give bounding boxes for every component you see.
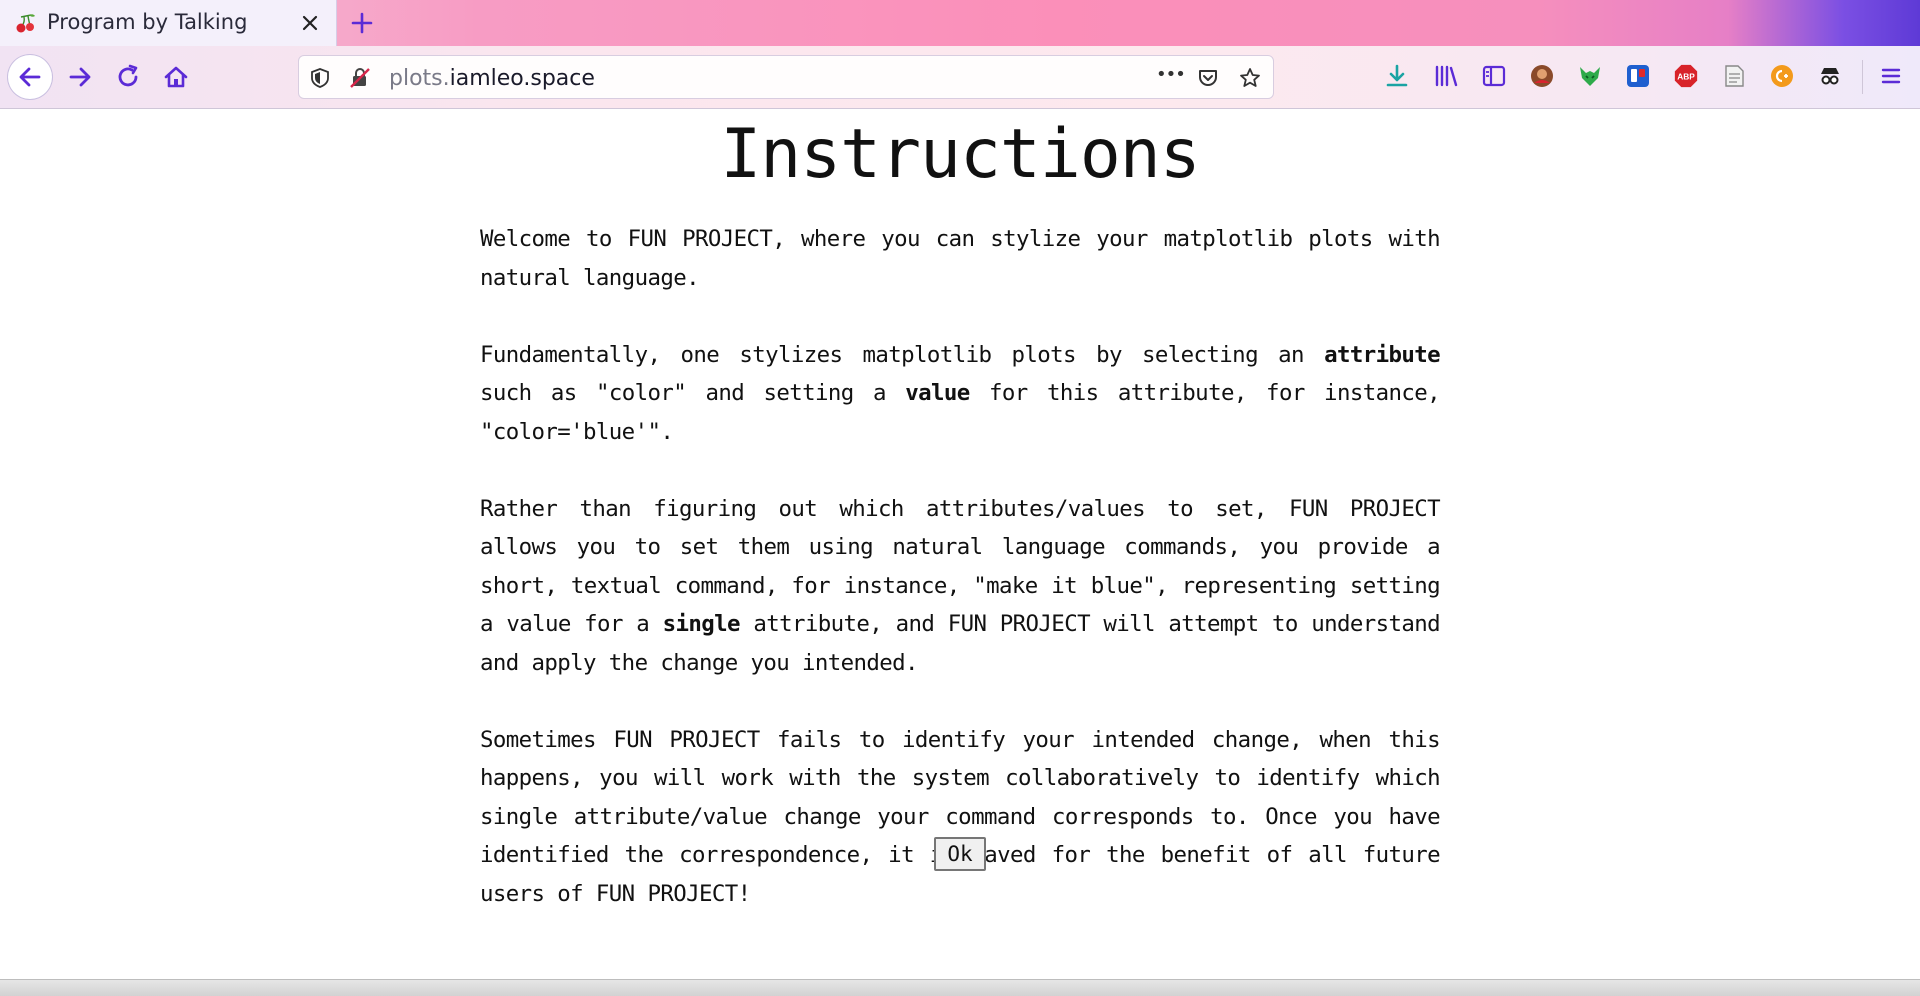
page-content: Instructions Welcome to FUN PROJECT, whe… — [0, 109, 1920, 979]
active-tab[interactable]: Program by Talking — [0, 0, 337, 46]
close-tab-icon[interactable] — [300, 13, 320, 33]
trello-extension-button[interactable] — [1625, 63, 1651, 89]
insecure-lock-icon[interactable] — [349, 67, 371, 89]
downloads-button[interactable] — [1384, 63, 1410, 89]
tab-title: Program by Talking — [47, 10, 248, 34]
coupon-extension-icon — [1771, 65, 1793, 87]
url-text[interactable]: plots.iamleo.space — [389, 66, 595, 91]
attribute-paragraph: Fundamentally, one stylizes matplotlib p… — [480, 341, 1441, 445]
menu-icon — [1881, 68, 1901, 84]
incognito-extension-button[interactable] — [1817, 63, 1843, 89]
collaboration-paragraph: Sometimes FUN PROJECT fails to identify … — [480, 726, 1441, 907]
library-button[interactable] — [1433, 63, 1459, 89]
single-term: single — [662, 611, 741, 637]
reload-icon — [118, 64, 138, 87]
cherry-favicon-icon — [16, 14, 35, 33]
ok-button[interactable]: Ok — [934, 837, 986, 871]
value-term: value — [905, 380, 970, 406]
forward-button[interactable] — [60, 57, 100, 97]
reader-extension-icon — [1725, 65, 1744, 87]
intro-paragraph: Welcome to FUN PROJECT, where you can st… — [480, 226, 1441, 291]
url-domain: iamleo.space — [449, 66, 595, 91]
attribute-term: attribute — [1324, 341, 1441, 368]
home-icon — [164, 66, 188, 88]
forward-icon — [69, 67, 91, 87]
window-bottom-edge — [0, 979, 1920, 996]
url-subdomain: plots. — [389, 66, 450, 91]
download-icon — [1386, 64, 1408, 87]
back-icon — [19, 67, 41, 87]
tab-strip: Program by Talking — [0, 0, 1920, 46]
reload-button[interactable] — [108, 57, 148, 97]
library-icon — [1435, 65, 1458, 87]
shield-icon[interactable] — [309, 67, 331, 89]
trello-extension-icon — [1627, 65, 1649, 87]
navigation-toolbar: plots.iamleo.space ••• ABP — [0, 46, 1920, 109]
avatar-extension-button[interactable] — [1529, 63, 1555, 89]
fox-extension-icon — [1580, 67, 1600, 86]
sidebar-button[interactable] — [1481, 63, 1507, 89]
bookmark-star-icon[interactable] — [1239, 67, 1261, 89]
instructions-text: Welcome to FUN PROJECT, where you can st… — [480, 220, 1441, 913]
back-button[interactable] — [8, 55, 52, 99]
svg-text:ABP: ABP — [1677, 72, 1695, 82]
coupon-extension-button[interactable] — [1769, 63, 1795, 89]
page-title: Instructions — [720, 115, 1200, 194]
avatar-extension-icon — [1531, 65, 1553, 87]
sidebar-icon — [1482, 65, 1506, 87]
page-actions-icon[interactable]: ••• — [1156, 64, 1186, 85]
home-button[interactable] — [156, 57, 196, 97]
toolbar-divider — [1862, 60, 1863, 94]
pocket-icon[interactable] — [1197, 67, 1219, 89]
address-bar[interactable]: plots.iamleo.space ••• — [298, 55, 1274, 99]
adblock-extension-button[interactable]: ABP — [1673, 63, 1699, 89]
natural-language-paragraph: Rather than figuring out which attribute… — [480, 495, 1441, 676]
incognito-extension-icon — [1821, 68, 1839, 85]
menu-button[interactable] — [1878, 63, 1904, 89]
new-tab-icon[interactable] — [348, 9, 376, 37]
fox-extension-button[interactable] — [1577, 63, 1603, 89]
adblock-extension-icon: ABP — [1674, 64, 1698, 88]
reader-extension-button[interactable] — [1721, 63, 1747, 89]
